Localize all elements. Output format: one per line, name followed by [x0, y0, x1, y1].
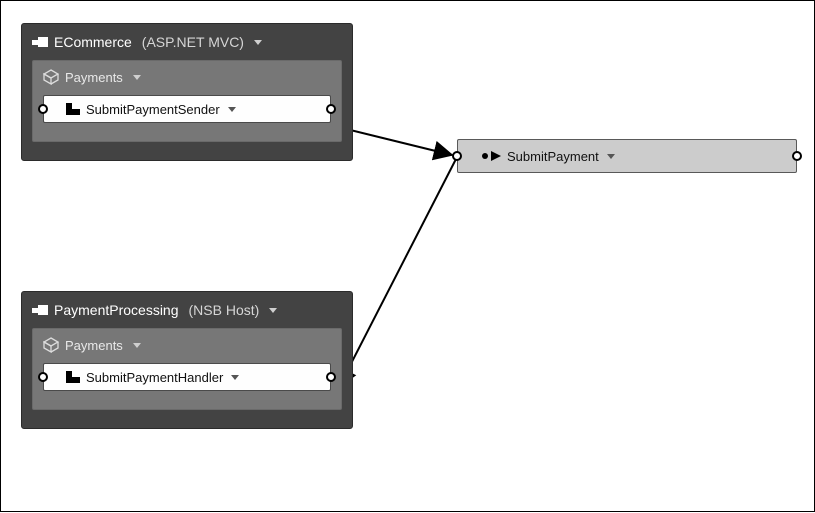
port-left[interactable]: [38, 372, 48, 382]
port-left[interactable]: [452, 151, 462, 161]
package-icon: [43, 337, 59, 353]
package-name: Payments: [65, 70, 123, 85]
component-icon: [66, 103, 80, 115]
endpoint-ecommerce[interactable]: ECommerce (ASP.NET MVC) Payments S: [21, 23, 353, 161]
component-name: SubmitPaymentSender: [86, 102, 220, 117]
chevron-down-icon[interactable]: [228, 107, 236, 112]
endpoint-icon: [32, 303, 48, 317]
endpoint-name: ECommerce: [54, 34, 132, 50]
package-payments-1[interactable]: Payments SubmitPaymentSender: [32, 60, 342, 142]
chevron-down-icon[interactable]: [133, 343, 141, 348]
endpoint-header[interactable]: ECommerce (ASP.NET MVC): [32, 34, 342, 50]
endpoint-icon: [32, 35, 48, 49]
port-right[interactable]: [326, 372, 336, 382]
endpoint-header[interactable]: PaymentProcessing (NSB Host): [32, 302, 342, 318]
package-icon: [43, 69, 59, 85]
component-icon: [66, 371, 80, 383]
package-header[interactable]: Payments: [43, 337, 331, 353]
message-submitpayment[interactable]: SubmitPayment: [457, 139, 797, 173]
component-submitpaymentsender[interactable]: SubmitPaymentSender: [43, 95, 331, 123]
chevron-down-icon[interactable]: [133, 75, 141, 80]
chevron-down-icon[interactable]: [254, 40, 262, 45]
package-header[interactable]: Payments: [43, 69, 331, 85]
chevron-down-icon[interactable]: [231, 375, 239, 380]
message-arrow-icon: [482, 151, 501, 161]
package-name: Payments: [65, 338, 123, 353]
endpoint-subtitle: (ASP.NET MVC): [142, 34, 244, 50]
message-name: SubmitPayment: [507, 149, 599, 164]
diagram-canvas: ECommerce (ASP.NET MVC) Payments S: [0, 0, 815, 512]
component-name: SubmitPaymentHandler: [86, 370, 223, 385]
port-right[interactable]: [792, 151, 802, 161]
component-submitpaymenthandler[interactable]: SubmitPaymentHandler: [43, 363, 331, 391]
port-left[interactable]: [38, 104, 48, 114]
port-right[interactable]: [326, 104, 336, 114]
endpoint-name: PaymentProcessing: [54, 302, 179, 318]
package-payments-2[interactable]: Payments SubmitPaymentHandler: [32, 328, 342, 410]
endpoint-subtitle: (NSB Host): [189, 302, 260, 318]
chevron-down-icon[interactable]: [269, 308, 277, 313]
chevron-down-icon[interactable]: [607, 154, 615, 159]
endpoint-paymentprocessing[interactable]: PaymentProcessing (NSB Host) Payments: [21, 291, 353, 429]
